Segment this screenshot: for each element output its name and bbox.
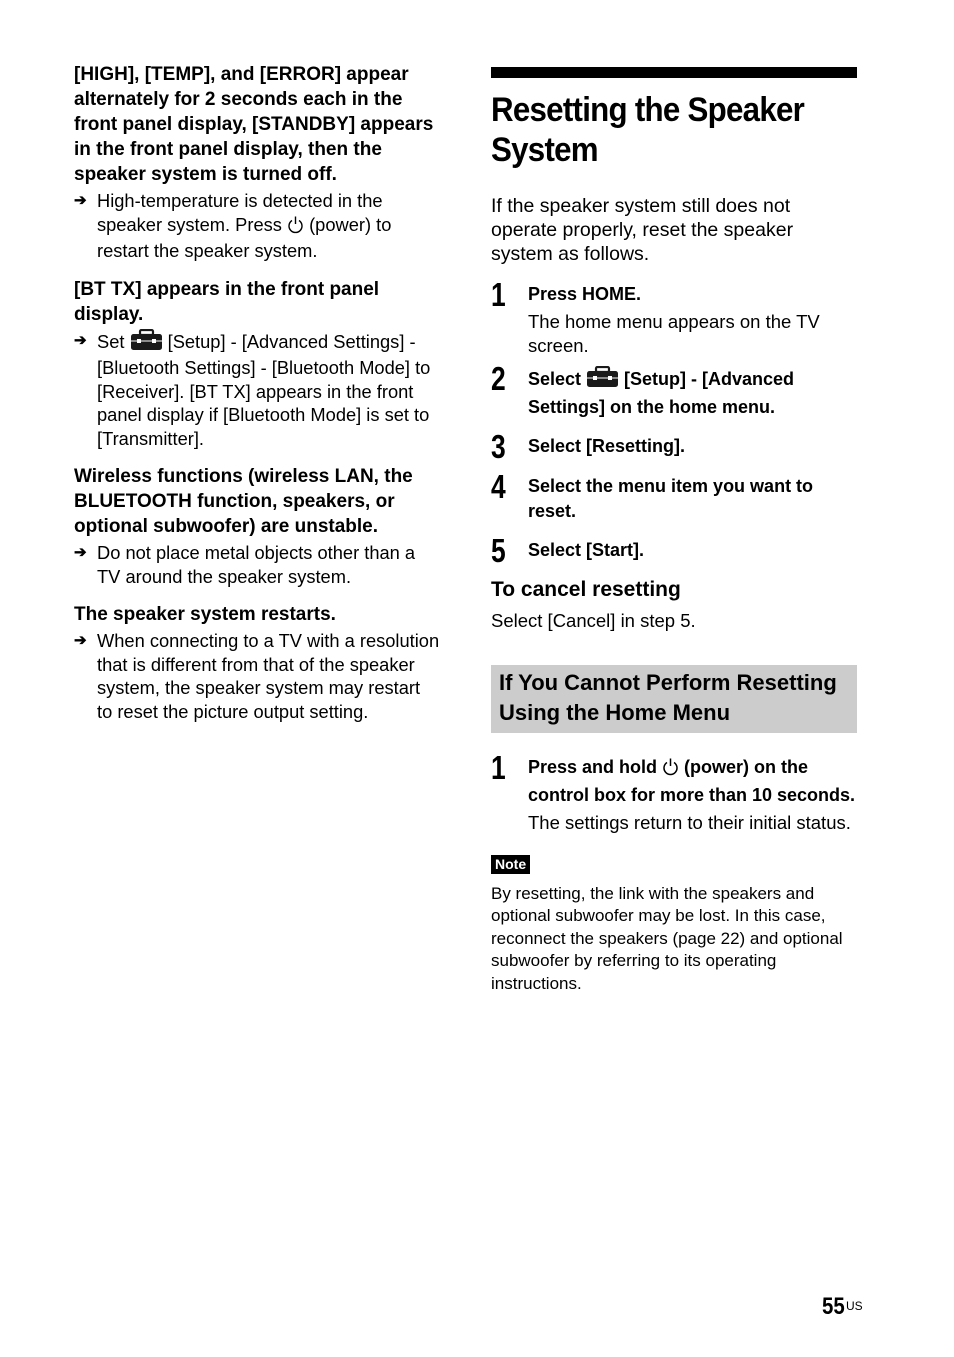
step-3: 3 Select [Resetting]. <box>491 429 857 465</box>
step-description: The settings return to their initial sta… <box>528 812 851 833</box>
step-instruction: Select [Setup] - [Advanced Settings] on … <box>528 365 857 420</box>
title-rule <box>491 67 857 78</box>
step-number: 4 <box>491 468 506 505</box>
reset-column: Resetting the Speaker System If the spea… <box>491 67 857 995</box>
page-number: 55 <box>822 1293 845 1320</box>
step-4: 4 Select the menu item you want to reset… <box>491 469 857 524</box>
note-badge: Note <box>491 854 531 874</box>
section-band-heading: If You Cannot Perform Resetting Using th… <box>491 665 857 733</box>
solution-bullet: ➔ Do not place metal objects other than … <box>74 542 416 587</box>
step-number: 1 <box>491 749 506 786</box>
solution-bullet: ➔ High-temperature is detected in the sp… <box>74 190 392 261</box>
cancel-text: Select [Cancel] in step 5. <box>491 610 696 631</box>
toolbox-icon <box>586 365 619 395</box>
step-5: 5 Select [Start]. <box>491 533 857 569</box>
troubleshooting-column: [HIGH], [TEMP], and [ERROR] appear alter… <box>74 62 440 723</box>
step-description: The home menu appears on the TV screen. <box>528 311 820 356</box>
step-1: 1 Press HOME. The home menu appears on t… <box>491 277 857 357</box>
arrow-icon: ➔ <box>74 632 87 649</box>
step-instruction: Press HOME. <box>528 284 642 304</box>
note-text: By resetting, the link with the speakers… <box>491 883 843 993</box>
power-icon <box>287 215 304 240</box>
step-2: 2 Select [Setup] - [Advanced Settings] o… <box>491 361 857 420</box>
intro-text: If the speaker system still does not ope… <box>491 195 794 265</box>
symptom-heading: [BT TX] appears in the front panel displ… <box>74 278 380 325</box>
step-number: 5 <box>491 532 506 569</box>
power-icon <box>662 757 679 783</box>
step-instruction: Select the menu item you want to reset. <box>528 476 814 521</box>
step-instruction: Press and hold (power) on the control bo… <box>528 757 856 805</box>
arrow-icon: ➔ <box>74 544 87 561</box>
symptom-heading: [HIGH], [TEMP], and [ERROR] appear alter… <box>74 64 434 185</box>
toolbox-icon <box>130 328 163 357</box>
cancel-heading: To cancel resetting <box>491 578 681 601</box>
step-number: 2 <box>491 360 506 397</box>
page-region: US <box>846 1299 863 1313</box>
step-instruction: Select [Resetting]. <box>528 436 686 456</box>
symptom-heading: Wireless functions (wireless LAN, the BL… <box>74 466 413 537</box>
hold-step: 1 Press and hold (power) on the control … <box>491 750 857 835</box>
symptom-heading: The speaker system restarts. <box>74 604 336 625</box>
step-number: 1 <box>491 276 506 313</box>
step-instruction: Select [Start]. <box>528 540 645 560</box>
page-title: Resetting the Speaker System <box>491 91 805 169</box>
solution-bullet: ➔ When connecting to a TV with a resolut… <box>74 630 440 722</box>
arrow-icon: ➔ <box>74 192 87 209</box>
step-number: 3 <box>491 428 506 465</box>
solution-bullet: ➔ Set [Setup] - [Advanced Settings] - [B… <box>74 328 431 449</box>
arrow-icon: ➔ <box>74 331 87 349</box>
